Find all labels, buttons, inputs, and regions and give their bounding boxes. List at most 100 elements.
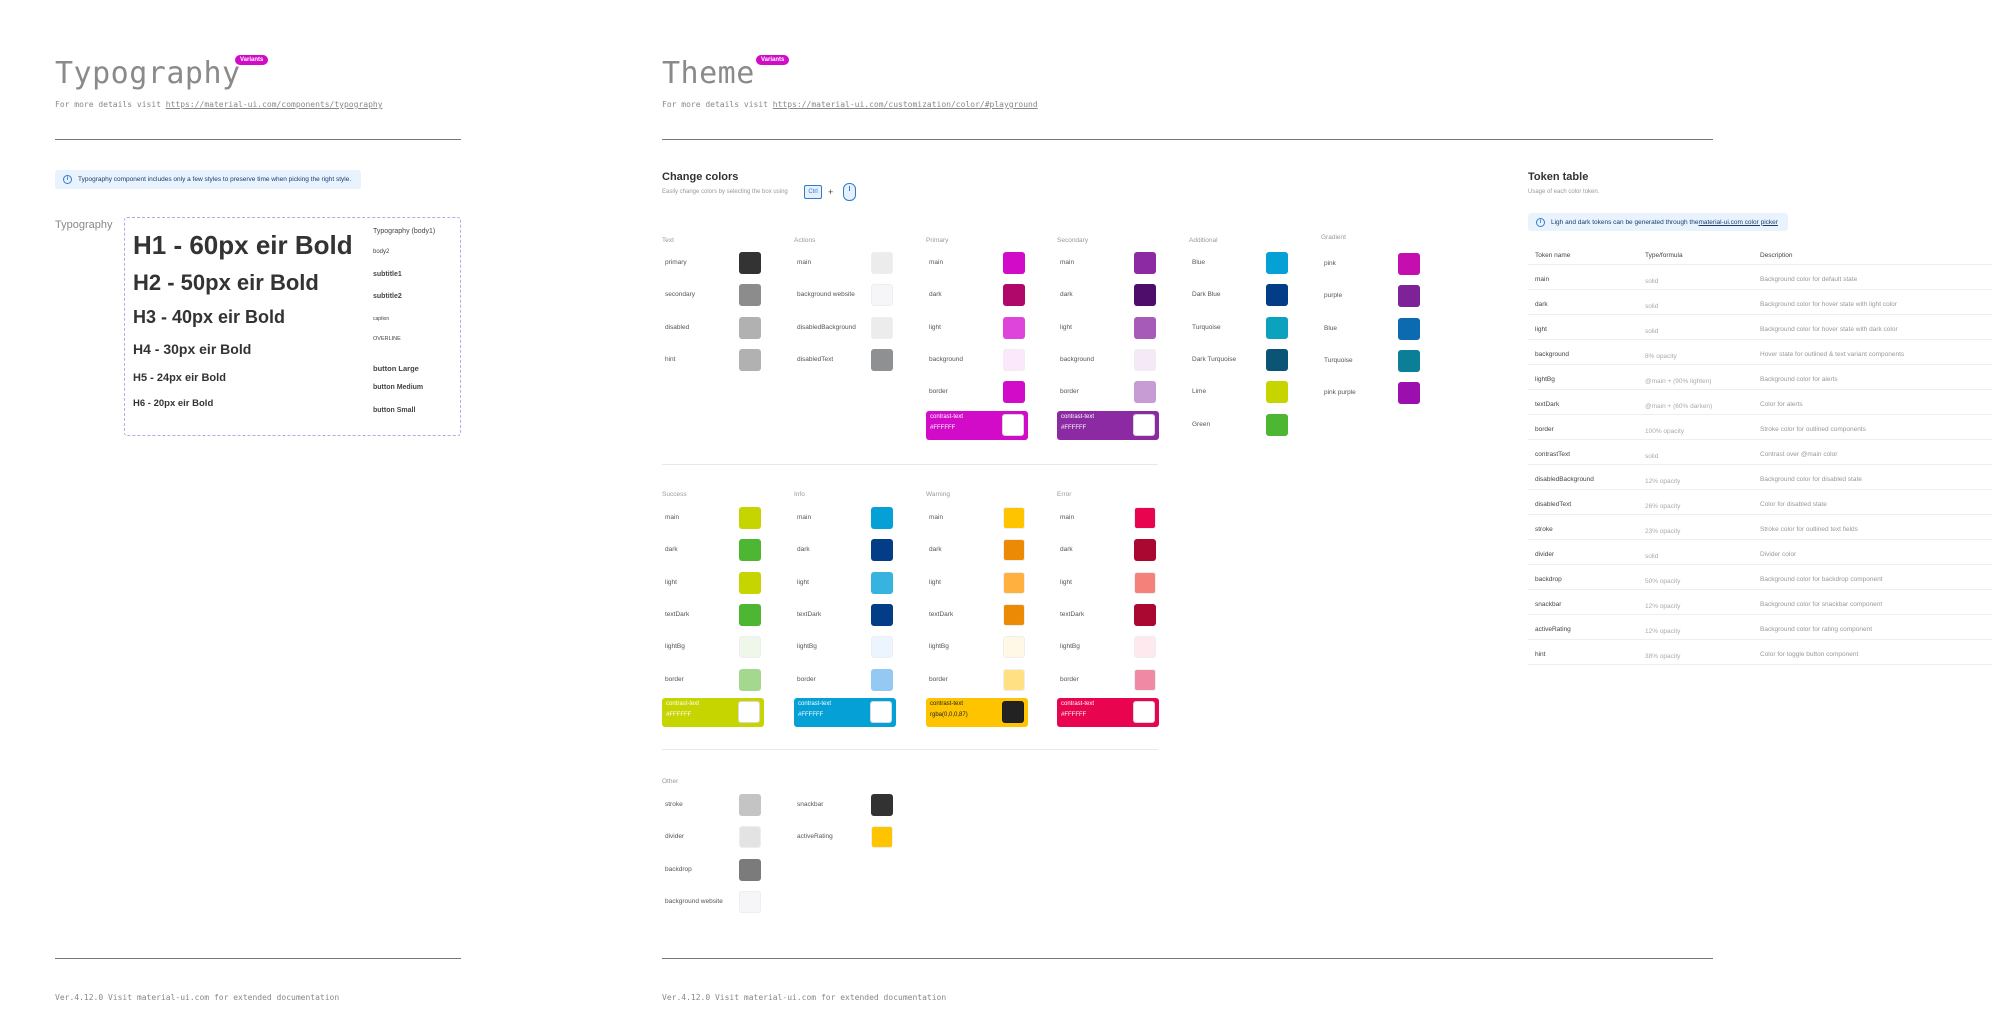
contrast-text-card[interactable]: contrast-text rgba(0,0,0,87) — [926, 698, 1028, 727]
color-swatch-border[interactable] — [739, 669, 761, 691]
color-swatch-lime[interactable] — [1266, 381, 1288, 403]
color-swatch-main[interactable] — [1134, 507, 1156, 529]
contrast-text-swatch[interactable] — [1002, 701, 1024, 723]
color-swatch-light[interactable] — [1134, 317, 1156, 339]
color-swatch-border[interactable] — [1003, 669, 1025, 691]
color-swatch-purple[interactable] — [1398, 285, 1420, 307]
table-cell: Background color for disabled state — [1760, 476, 1862, 483]
color-swatch-textdark[interactable] — [871, 604, 893, 626]
typography-footer-divider — [55, 958, 461, 959]
color-swatch-main[interactable] — [871, 507, 893, 529]
color-swatch-border[interactable] — [1134, 381, 1156, 403]
color-swatch-turquoise[interactable] — [1266, 317, 1288, 339]
color-swatch-light[interactable] — [1134, 572, 1156, 594]
color-swatch-dark-turquoise[interactable] — [1266, 349, 1288, 371]
color-swatch-main[interactable] — [871, 252, 893, 274]
color-swatch-disabled[interactable] — [739, 317, 761, 339]
color-swatch-stroke[interactable] — [739, 794, 761, 816]
color-swatch-hint[interactable] — [739, 349, 761, 371]
color-swatch-blue[interactable] — [1266, 252, 1288, 274]
color-picker-link[interactable]: material-ui.com color picker — [1698, 219, 1777, 226]
color-swatch-main[interactable] — [1003, 507, 1025, 529]
color-swatch-activerating[interactable] — [871, 826, 893, 848]
contrast-text-card[interactable]: contrast-text #FFFFFF — [662, 698, 764, 727]
contrast-text-swatch[interactable] — [738, 701, 760, 723]
color-swatch-dark-blue[interactable] — [1266, 284, 1288, 306]
token-table-subtitle: Usage of each color token. — [1528, 189, 1600, 195]
variant-subtitle2: subtitle2 — [373, 293, 402, 300]
color-label-green: Green — [1192, 421, 1211, 428]
contrast-text-swatch[interactable] — [870, 701, 892, 723]
variant-subtitle1: subtitle1 — [373, 271, 402, 278]
color-swatch-dark[interactable] — [871, 539, 893, 561]
color-swatch-primary[interactable] — [739, 252, 761, 274]
table-row-divider — [1528, 614, 1992, 615]
color-swatch-snackbar[interactable] — [871, 794, 893, 816]
color-swatch-background[interactable] — [1134, 349, 1156, 371]
color-swatch-background-website[interactable] — [739, 891, 761, 913]
contrast-text-swatch[interactable] — [1133, 701, 1155, 723]
table-row-divider — [1528, 514, 1992, 515]
table-header-divider — [1528, 264, 1992, 265]
color-swatch-main[interactable] — [1003, 252, 1025, 274]
color-swatch-light[interactable] — [871, 572, 893, 594]
table-cell: activeRating — [1535, 626, 1571, 633]
color-label-disabledtext: disabledText — [797, 356, 834, 363]
color-swatch-pink[interactable] — [1398, 253, 1420, 275]
color-swatch-lightbg[interactable] — [1003, 636, 1025, 658]
color-swatch-textdark[interactable] — [1003, 604, 1025, 626]
table-cell: backdrop — [1535, 576, 1562, 583]
table-cell: solid — [1645, 453, 1659, 460]
table-row-divider — [1528, 414, 1992, 415]
color-swatch-border[interactable] — [871, 669, 893, 691]
color-swatch-light[interactable] — [1003, 572, 1025, 594]
table-row-divider — [1528, 289, 1992, 290]
color-swatch-main[interactable] — [739, 507, 761, 529]
color-label-light: light — [929, 579, 941, 586]
color-swatch-dark[interactable] — [1003, 284, 1025, 306]
table-cell: disabledText — [1535, 501, 1572, 508]
color-swatch-textdark[interactable] — [1134, 604, 1156, 626]
color-swatch-green[interactable] — [1266, 414, 1288, 436]
typography-doc-link[interactable]: https://material-ui.com/components/typog… — [166, 100, 383, 109]
color-swatch-disabledbackground[interactable] — [871, 317, 893, 339]
color-swatch-background-website[interactable] — [871, 284, 893, 306]
contrast-text-swatch[interactable] — [1133, 414, 1155, 436]
color-swatch-background[interactable] — [1003, 349, 1025, 371]
group-header-success: Success — [662, 491, 687, 498]
color-swatch-divider[interactable] — [739, 826, 761, 848]
table-cell: disabledBackground — [1535, 476, 1594, 483]
subtitle-prefix: For more details visit — [55, 100, 166, 109]
color-swatch-border[interactable] — [1134, 669, 1156, 691]
contrast-text-card[interactable]: contrast-text #FFFFFF — [1057, 698, 1159, 727]
contrast-text-card[interactable]: contrast-text #FFFFFF — [926, 411, 1028, 440]
color-swatch-dark[interactable] — [1134, 284, 1156, 306]
color-label-lightbg: lightBg — [929, 643, 949, 650]
contrast-text-card[interactable]: contrast-text #FFFFFF — [1057, 411, 1159, 440]
color-swatch-blue[interactable] — [1398, 318, 1420, 340]
color-swatch-pink-purple[interactable] — [1398, 382, 1420, 404]
contrast-text-card[interactable]: contrast-text #FFFFFF — [794, 698, 896, 727]
color-swatch-lightbg[interactable] — [739, 636, 761, 658]
token-info-alert: i Ligh and dark tokens can be generated … — [1528, 213, 1788, 231]
color-swatch-light[interactable] — [1003, 317, 1025, 339]
color-swatch-dark[interactable] — [739, 539, 761, 561]
color-swatch-dark[interactable] — [1134, 539, 1156, 561]
color-swatch-lightbg[interactable] — [1134, 636, 1156, 658]
color-swatch-secondary[interactable] — [739, 284, 761, 306]
section-divider — [662, 749, 1158, 750]
color-swatch-light[interactable] — [739, 572, 761, 594]
color-swatch-main[interactable] — [1134, 252, 1156, 274]
color-swatch-turquoise[interactable] — [1398, 350, 1420, 372]
table-row-divider — [1528, 539, 1992, 540]
color-swatch-backdrop[interactable] — [739, 859, 761, 881]
color-swatch-lightbg[interactable] — [871, 636, 893, 658]
theme-doc-link[interactable]: https://material-ui.com/customization/co… — [773, 100, 1038, 109]
color-swatch-border[interactable] — [1003, 381, 1025, 403]
color-swatch-dark[interactable] — [1003, 539, 1025, 561]
color-label-background: background — [1060, 356, 1094, 363]
color-swatch-textdark[interactable] — [739, 604, 761, 626]
color-swatch-disabledtext[interactable] — [871, 349, 893, 371]
contrast-text-swatch[interactable] — [1002, 414, 1024, 436]
color-label-main: main — [797, 259, 812, 266]
